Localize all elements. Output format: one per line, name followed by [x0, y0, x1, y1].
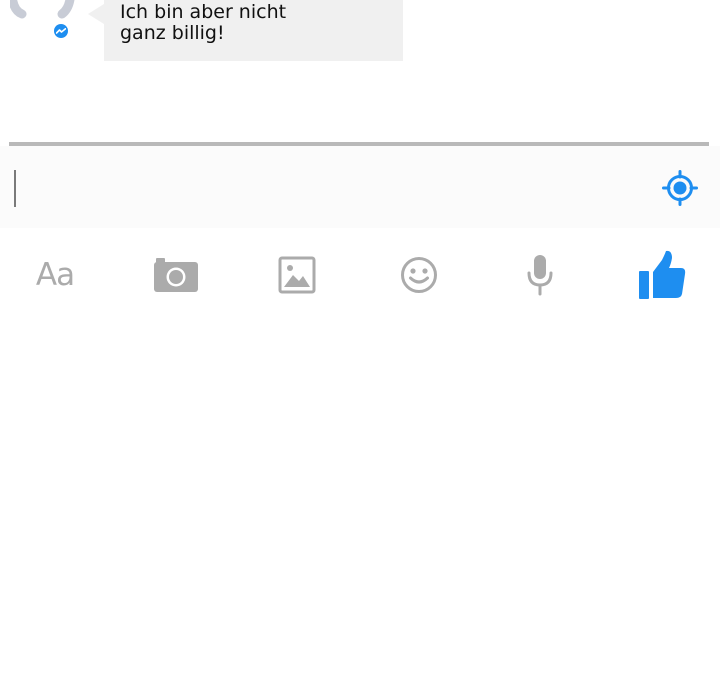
incoming-message-bubble[interactable]: Ich bin aber nicht ganz billig! [104, 0, 403, 61]
message-composer [0, 146, 720, 228]
like-button[interactable] [632, 246, 692, 304]
text-caret [14, 170, 16, 207]
composer-toolbar: Aa [0, 228, 720, 320]
image-gallery-icon [278, 256, 316, 294]
emoji-button[interactable] [389, 246, 449, 304]
text-style-button[interactable]: Aa [25, 246, 85, 304]
message-text: Ich bin aber nicht ganz billig! [120, 1, 287, 44]
location-button[interactable] [660, 168, 700, 208]
image-gallery-button[interactable] [267, 246, 327, 304]
location-target-icon [662, 170, 698, 206]
camera-button[interactable] [146, 246, 206, 304]
emoji-icon [401, 257, 437, 293]
thumbs-up-icon [639, 250, 686, 299]
microphone-icon [527, 255, 553, 296]
message-input[interactable] [20, 164, 644, 212]
microphone-button[interactable] [510, 246, 570, 304]
camera-icon [154, 258, 198, 292]
message-bubble-tail [88, 4, 104, 24]
text-style-icon: Aa [35, 257, 75, 293]
messenger-badge-icon [51, 21, 71, 41]
